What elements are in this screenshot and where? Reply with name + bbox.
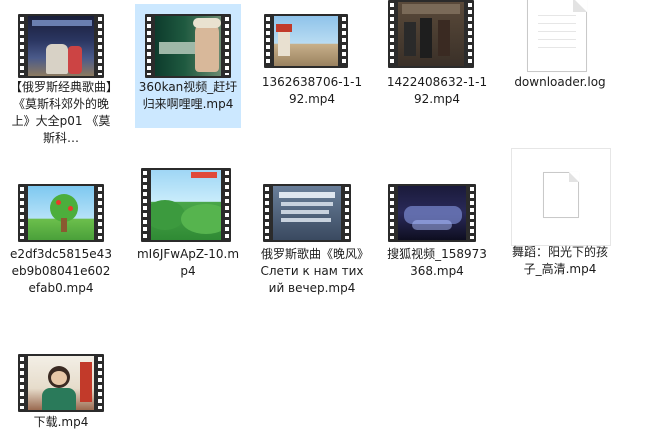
file-name: mI6JFwApZ-10.mp4	[136, 247, 240, 278]
video-thumbnail-icon	[145, 14, 231, 78]
file-name: 360kan视频_赶圩归来啊哩哩.mp4	[138, 80, 238, 111]
file-name: e2df3dc5815e43eb9b08041e602efab0.mp4	[10, 247, 112, 295]
video-thumbnail-icon	[264, 14, 348, 68]
file-list-pane: 【俄罗斯经典歌曲】《莫斯科郊外的晚上》大全p01 《莫斯科… 360kan视频_…	[0, 0, 660, 442]
file-item[interactable]: 360kan视频_赶圩归来啊哩哩.mp4	[135, 4, 241, 128]
file-item[interactable]: 俄罗斯歌曲《晚风》Слети к нам тихий вечер.mp4	[259, 170, 365, 320]
file-name: 1422408632-1-192.mp4	[386, 75, 488, 106]
file-name: 搜狐视频_158973368.mp4	[387, 247, 487, 278]
video-thumbnail-icon	[18, 14, 104, 78]
file-name: 俄罗斯歌曲《晚风》Слети к нам тихий вечер.mp4	[260, 247, 364, 295]
file-name: 舞蹈：阳光下的孩子_高清.mp4	[511, 245, 608, 276]
video-thumbnail-icon	[141, 168, 231, 242]
file-item[interactable]: 【俄罗斯经典歌曲】《莫斯科郊外的晚上》大全p01 《莫斯科…	[8, 4, 114, 145]
file-item[interactable]: 搜狐视频_158973368.mp4	[384, 170, 490, 300]
file-name: downloader.log	[514, 75, 606, 89]
file-item[interactable]: mI6JFwApZ-10.mp4	[135, 168, 241, 280]
file-item[interactable]: downloader.log	[507, 0, 613, 114]
vertical-scrollbar[interactable]	[643, 0, 660, 442]
video-thumbnail-icon	[18, 184, 104, 242]
file-name: 下载.mp4	[33, 415, 89, 429]
video-thumbnail-icon	[388, 184, 476, 242]
file-name: 1362638706-1-192.mp4	[261, 75, 363, 106]
file-name: 【俄罗斯经典歌曲】《莫斯科郊外的晚上》大全p01 《莫斯科…	[9, 80, 112, 145]
text-document-icon	[527, 0, 587, 72]
file-item[interactable]: 舞蹈：阳光下的孩子_高清.mp4	[507, 146, 613, 286]
file-item[interactable]: 下载.mp4	[8, 344, 114, 440]
file-item[interactable]: 1422408632-1-192.mp4	[384, 0, 490, 114]
video-thumbnail-icon	[263, 184, 351, 242]
video-thumbnail-icon	[388, 0, 474, 68]
video-thumbnail-icon	[18, 354, 104, 412]
generic-file-icon	[543, 172, 579, 218]
file-item[interactable]: 1362638706-1-192.mp4	[259, 4, 365, 114]
file-item[interactable]: e2df3dc5815e43eb9b08041e602efab0.mp4	[8, 170, 114, 300]
